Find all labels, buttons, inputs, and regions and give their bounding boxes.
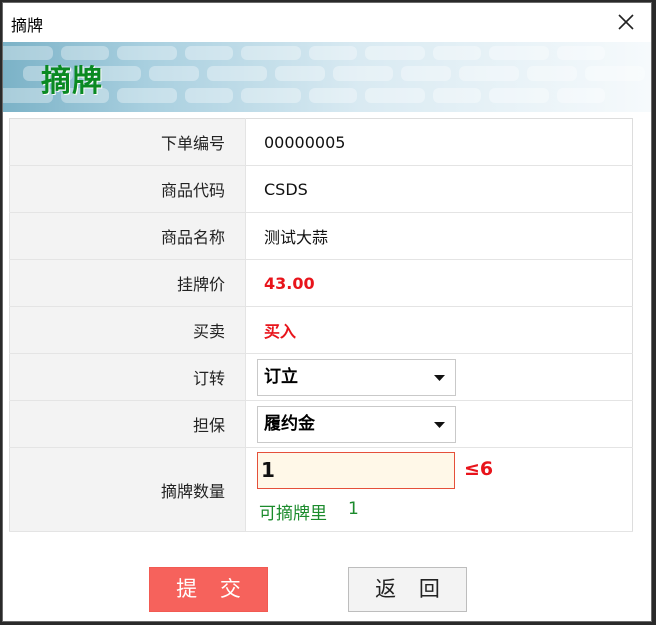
row-product-code: 商品代码 CSDS (9, 165, 633, 213)
product-name-label: 商品名称 (9, 212, 246, 260)
quantity-label: 摘牌数量 (9, 447, 246, 532)
submit-button[interactable]: 提 交 (149, 567, 268, 612)
delisting-dialog: 摘牌 摘牌 下单编号 00000005 商品代码 CSDS 商品名称 测试大蒜 … (2, 2, 652, 622)
listing-price-value: 43.00 (264, 273, 315, 293)
close-icon[interactable] (613, 9, 639, 35)
row-product-name: 商品名称 测试大蒜 (9, 212, 633, 260)
title-bar: 摘牌 (3, 3, 651, 41)
window-title: 摘牌 (11, 16, 44, 35)
order-type-select[interactable]: 订立 (257, 358, 456, 396)
banner-title: 摘牌 (41, 64, 103, 99)
guarantee-select[interactable]: 履约金 (257, 405, 456, 443)
row-listing-price: 挂牌价 43.00 (9, 259, 633, 307)
direction-value: 买入 (264, 322, 297, 341)
order-number-label: 下单编号 (9, 118, 246, 166)
available-quantity-label: 可摘牌里 (259, 503, 327, 524)
header-banner: 摘牌 (3, 42, 651, 112)
row-quantity: 摘牌数量 ≤6 可摘牌里 1 (9, 447, 633, 532)
order-form: 下单编号 00000005 商品代码 CSDS 商品名称 测试大蒜 挂牌价 43… (9, 118, 633, 532)
row-direction: 买卖 买入 (9, 306, 633, 354)
quantity-limit: ≤6 (464, 457, 494, 480)
row-order-number: 下单编号 00000005 (9, 118, 633, 166)
row-order-type: 订转 订立 (9, 353, 633, 401)
row-guarantee: 担保 履约金 (9, 400, 633, 448)
back-button[interactable]: 返 回 (348, 567, 467, 612)
guarantee-selected: 履约金 (264, 413, 315, 434)
available-quantity-value: 1 (348, 498, 359, 519)
listing-price-label: 挂牌价 (9, 259, 246, 307)
order-number-value: 00000005 (245, 118, 633, 166)
quantity-input[interactable] (257, 451, 455, 489)
chevron-down-icon (434, 374, 445, 381)
order-type-label: 订转 (9, 353, 246, 401)
chevron-down-icon (434, 421, 445, 428)
product-code-label: 商品代码 (9, 165, 246, 213)
product-code-value: CSDS (245, 165, 633, 213)
guarantee-label: 担保 (9, 400, 246, 448)
order-type-selected: 订立 (264, 366, 298, 387)
direction-label: 买卖 (9, 306, 246, 354)
product-name-value: 测试大蒜 (245, 212, 633, 260)
